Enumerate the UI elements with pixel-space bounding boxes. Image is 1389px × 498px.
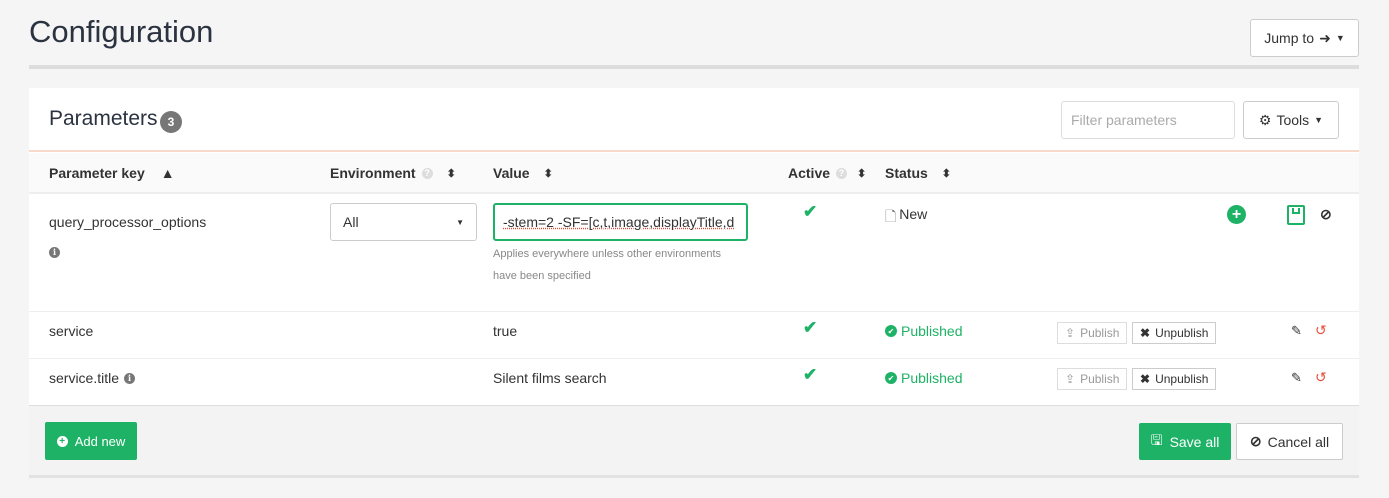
column-label: Active <box>788 165 831 181</box>
status-label: Published <box>901 370 963 386</box>
page-title: Configuration <box>29 14 214 49</box>
upload-icon: ⇪ <box>1065 372 1076 386</box>
status-published: ✔ Published <box>885 370 963 386</box>
add-new-label: Add new <box>74 433 126 449</box>
status-label: New <box>899 206 928 222</box>
column-label: Status <box>885 165 928 181</box>
help-icon[interactable]: ? <box>836 167 848 179</box>
unpublish-label: Unpublish <box>1155 372 1209 386</box>
cancel-icon: ⊘ <box>1249 433 1262 449</box>
save-icon: 🖫 <box>1150 431 1163 448</box>
unpublish-button[interactable]: ✖ Unpublish <box>1132 368 1217 390</box>
file-icon: 🗋 <box>885 208 897 224</box>
caret-down-icon: ▼ <box>456 217 464 227</box>
jump-to-button[interactable]: Jump to ➜ ▼ <box>1250 19 1359 57</box>
unpublish-button[interactable]: ✖ Unpublish <box>1132 322 1217 344</box>
tools-button[interactable]: ⚙ Tools ▼ <box>1243 101 1339 139</box>
cancel-all-label: Cancel all <box>1267 433 1330 450</box>
help-icon[interactable]: ? <box>421 167 433 179</box>
cancel-all-button[interactable]: ⊘ Cancel all <box>1236 423 1343 460</box>
column-value[interactable]: Value ⬍ <box>493 165 553 181</box>
help-line: have been specified <box>493 270 591 282</box>
add-new-button[interactable]: + Add new <box>45 422 137 460</box>
environment-value: All <box>343 214 359 230</box>
save-all-label: Save all <box>1169 433 1220 450</box>
arrow-circle-icon: ➜ <box>1319 29 1331 46</box>
x-icon: ✖ <box>1140 372 1151 386</box>
column-label: Value <box>493 165 530 181</box>
save-icon[interactable] <box>1287 205 1305 225</box>
sort-icon: ⬍ <box>446 167 456 180</box>
revert-icon[interactable]: ↺ <box>1315 369 1327 386</box>
active-check-icon: ✔ <box>803 202 818 221</box>
cancel-icon[interactable]: ⊘ <box>1320 206 1332 223</box>
status-new: 🗋 New <box>885 206 927 230</box>
count-badge: 3 <box>160 111 182 133</box>
revert-icon[interactable]: ↺ <box>1315 322 1327 339</box>
publish-button[interactable]: ⇪ Publish <box>1057 368 1128 390</box>
status-label: Published <box>901 323 963 339</box>
help-text: Applies everywhere unless other environm… <box>493 243 721 287</box>
publish-button[interactable]: ⇪ Publish <box>1057 322 1128 344</box>
column-environment[interactable]: Environment? ⬍ <box>330 165 456 181</box>
check-circle-icon: ✔ <box>885 325 897 337</box>
value-input[interactable]: -stem=2 -SF=[c,t,image,displayTitle,d <box>493 203 748 241</box>
column-status[interactable]: Status ⬍ <box>885 165 951 181</box>
active-check-icon: ✔ <box>803 318 818 337</box>
sort-icon: ⬍ <box>941 167 952 180</box>
value-text: -stem=2 -SF=[c,t,image,displayTitle,d <box>503 214 735 230</box>
x-icon: ✖ <box>1140 326 1151 340</box>
parameter-key: service <box>49 323 94 339</box>
column-parameter-key[interactable]: Parameter key ▲ <box>49 165 175 181</box>
parameter-key-cell: service.title i <box>49 370 136 386</box>
column-label: Parameter key <box>49 165 145 181</box>
info-icon[interactable]: i <box>124 372 136 384</box>
gears-icon: ⚙ <box>1258 111 1272 128</box>
plus-circle-icon: + <box>56 435 68 447</box>
help-line: Applies everywhere unless other environm… <box>493 248 722 260</box>
panel-title: Parameters <box>49 107 158 130</box>
column-label: Environment <box>330 165 416 181</box>
parameter-value: Silent films search <box>493 370 607 386</box>
edit-pencil-icon[interactable]: ✎ <box>1291 370 1302 386</box>
caret-down-icon: ▼ <box>1314 115 1324 125</box>
sort-icon: ⬍ <box>543 167 553 180</box>
save-all-button[interactable]: 🖫 Save all <box>1139 423 1231 460</box>
publish-label: Publish <box>1080 326 1120 340</box>
add-environment-icon[interactable]: + <box>1227 205 1246 224</box>
edit-pencil-icon[interactable]: ✎ <box>1291 323 1302 339</box>
info-icon[interactable]: i <box>49 247 60 258</box>
parameter-key: service.title <box>49 370 120 386</box>
caret-down-icon: ▼ <box>1335 33 1345 43</box>
divider <box>29 65 1359 69</box>
tools-label: Tools <box>1276 112 1310 128</box>
upload-icon: ⇪ <box>1065 326 1076 340</box>
active-check-icon: ✔ <box>803 365 818 384</box>
row-divider <box>29 358 1359 359</box>
filter-parameters-input[interactable] <box>1061 101 1235 139</box>
parameter-key: query_processor_options <box>49 214 207 230</box>
sort-asc-icon: ▲ <box>160 165 175 181</box>
column-active[interactable]: Active? ⬍ <box>788 165 866 181</box>
check-circle-icon: ✔ <box>885 372 897 384</box>
parameter-value: true <box>493 323 518 339</box>
status-published: ✔ Published <box>885 323 963 339</box>
table-header <box>29 153 1359 194</box>
row-divider <box>29 311 1359 312</box>
unpublish-label: Unpublish <box>1155 326 1209 340</box>
environment-select[interactable]: All ▼ <box>330 203 477 241</box>
sort-icon: ⬍ <box>857 167 867 180</box>
publish-label: Publish <box>1080 372 1120 386</box>
jump-to-label: Jump to <box>1264 30 1315 46</box>
